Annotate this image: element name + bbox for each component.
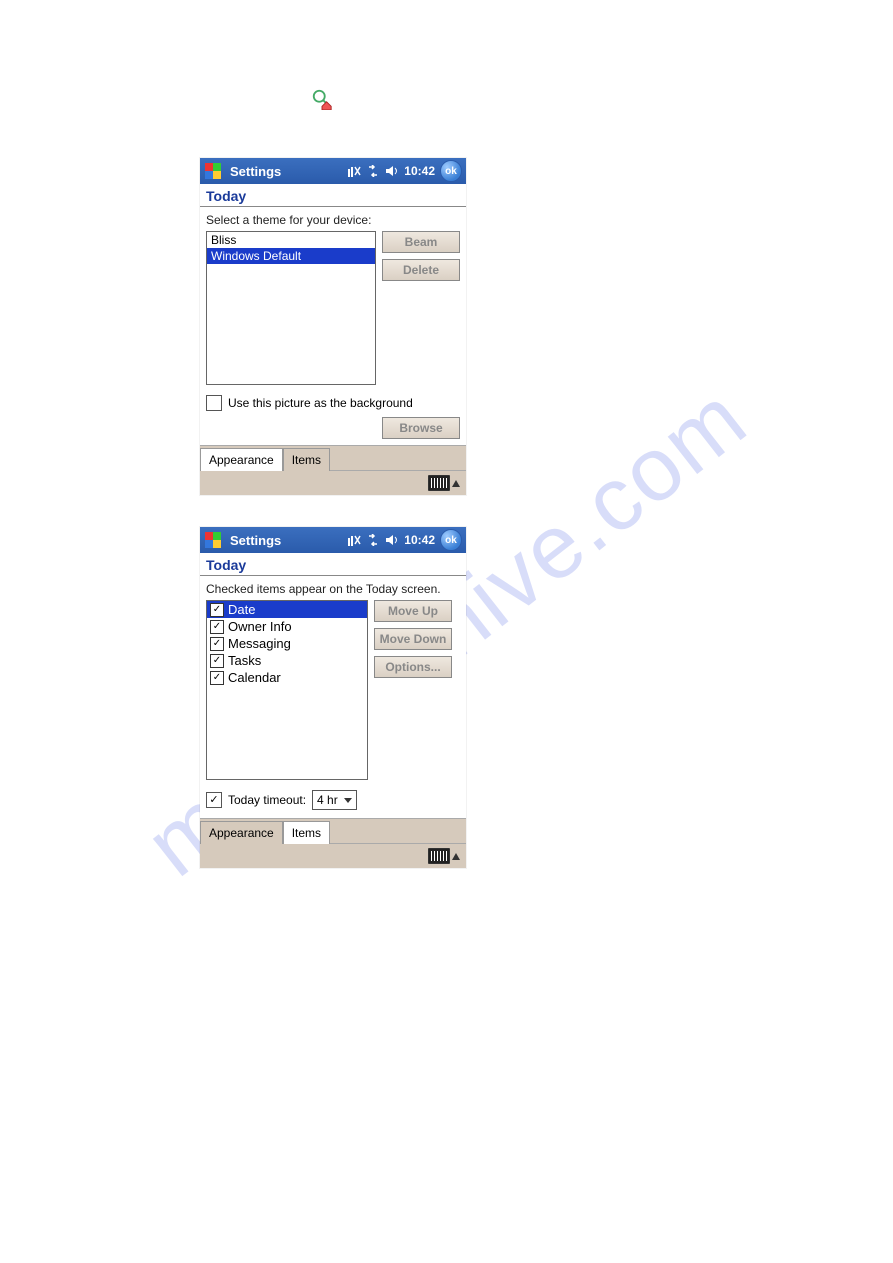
- timeout-label: Today timeout:: [228, 793, 306, 807]
- timeout-checkbox[interactable]: ✓: [206, 792, 222, 808]
- background-checkbox-label: Use this picture as the background: [228, 396, 413, 410]
- signal-off-icon: [347, 165, 361, 177]
- today-item-date[interactable]: ✓Date: [207, 601, 367, 618]
- theme-item-windows-default[interactable]: Windows Default: [207, 248, 375, 264]
- app-title: Settings: [230, 164, 341, 179]
- section-heading: Today: [200, 553, 466, 576]
- sip-bar: [200, 843, 466, 868]
- sip-arrow-icon[interactable]: [452, 480, 460, 487]
- items-listbox[interactable]: ✓Date ✓Owner Info ✓Messaging ✓Tasks ✓Cal…: [206, 600, 368, 780]
- tab-bar: Appearance Items: [200, 445, 466, 470]
- app-title: Settings: [230, 533, 341, 548]
- ok-button[interactable]: ok: [440, 529, 462, 551]
- tab-appearance[interactable]: Appearance: [200, 448, 283, 471]
- beam-button[interactable]: Beam: [382, 231, 460, 253]
- options-button[interactable]: Options...: [374, 656, 452, 678]
- system-tray: 10:42 ok: [347, 160, 462, 182]
- keyboard-icon[interactable]: [428, 848, 450, 864]
- theme-prompt-label: Select a theme for your device:: [206, 213, 460, 227]
- sync-icon: [366, 165, 380, 177]
- today-item-messaging[interactable]: ✓Messaging: [207, 635, 367, 652]
- signal-off-icon: [347, 534, 361, 546]
- windows-logo-icon: [204, 531, 222, 549]
- speaker-icon: [385, 534, 399, 546]
- tab-appearance[interactable]: Appearance: [200, 821, 283, 844]
- sync-icon: [366, 534, 380, 546]
- sip-arrow-icon[interactable]: [452, 853, 460, 860]
- tab-items[interactable]: Items: [283, 821, 330, 844]
- chevron-down-icon: [344, 798, 352, 803]
- background-checkbox[interactable]: [206, 395, 222, 411]
- sip-bar: [200, 470, 466, 495]
- title-bar: Settings 10:42 ok: [200, 158, 466, 184]
- move-down-button[interactable]: Move Down: [374, 628, 452, 650]
- theme-listbox[interactable]: Bliss Windows Default: [206, 231, 376, 385]
- screenshot-items: Settings 10:42 ok Today Checked items ap…: [200, 527, 466, 868]
- move-up-button[interactable]: Move Up: [374, 600, 452, 622]
- find-home-icon: [311, 88, 333, 110]
- today-item-owner-info[interactable]: ✓Owner Info: [207, 618, 367, 635]
- today-item-tasks[interactable]: ✓Tasks: [207, 652, 367, 669]
- delete-button[interactable]: Delete: [382, 259, 460, 281]
- browse-button[interactable]: Browse: [382, 417, 460, 439]
- speaker-icon: [385, 165, 399, 177]
- today-item-calendar[interactable]: ✓Calendar: [207, 669, 367, 686]
- clock-time: 10:42: [404, 164, 435, 178]
- title-bar: Settings 10:42 ok: [200, 527, 466, 553]
- tab-bar: Appearance Items: [200, 818, 466, 843]
- ok-button[interactable]: ok: [440, 160, 462, 182]
- windows-logo-icon: [204, 162, 222, 180]
- timeout-value: 4 hr: [317, 793, 338, 807]
- screenshot-appearance: Settings 10:42 ok Today Select a theme f…: [200, 158, 466, 495]
- section-heading: Today: [200, 184, 466, 207]
- theme-item-bliss[interactable]: Bliss: [207, 232, 375, 248]
- tab-items[interactable]: Items: [283, 448, 330, 471]
- items-prompt-label: Checked items appear on the Today screen…: [206, 582, 460, 596]
- timeout-dropdown[interactable]: 4 hr: [312, 790, 357, 810]
- keyboard-icon[interactable]: [428, 475, 450, 491]
- clock-time: 10:42: [404, 533, 435, 547]
- system-tray: 10:42 ok: [347, 529, 462, 551]
